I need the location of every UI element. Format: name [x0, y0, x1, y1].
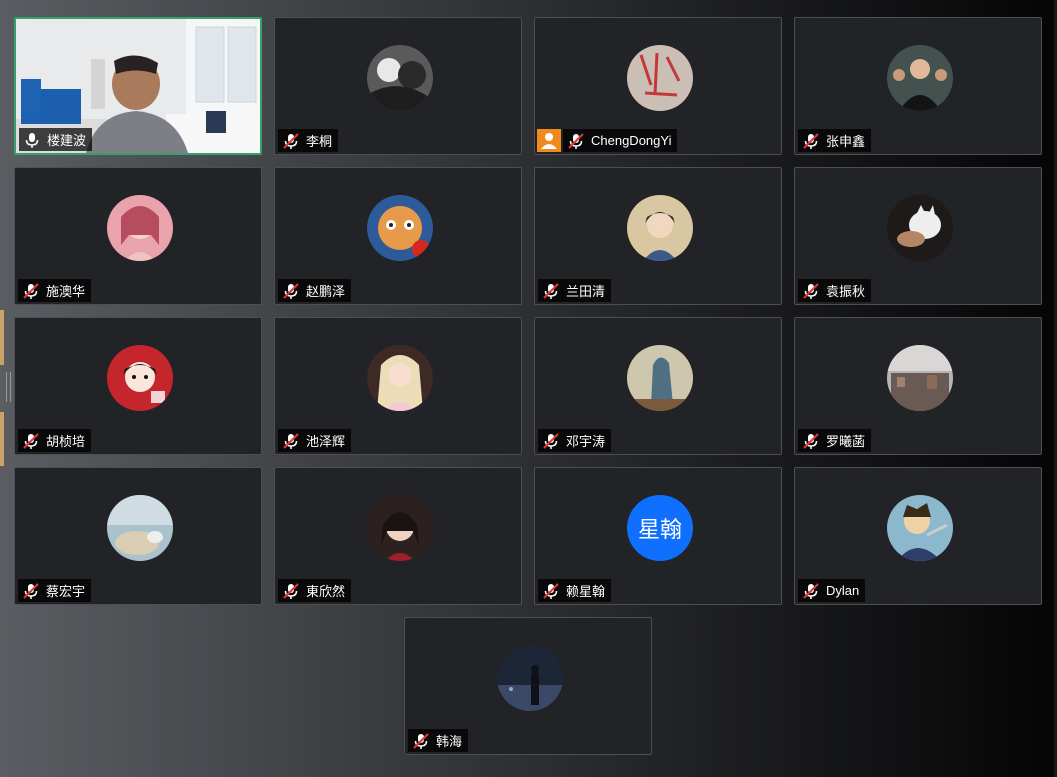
- microphone-muted-icon[interactable]: [802, 432, 820, 450]
- participant-nameplate: 袁振秋: [798, 279, 872, 302]
- participant-avatar: [627, 45, 693, 111]
- video-tile-蔡宏宇[interactable]: 蔡宏宇: [14, 467, 262, 605]
- left-edge-strip: [0, 412, 4, 466]
- video-tile-邓宇涛[interactable]: 邓宇涛: [534, 317, 782, 455]
- video-tile-赖星翰[interactable]: 星翰 赖星翰: [534, 467, 782, 605]
- participant-nameplate: ChengDongYi: [563, 129, 678, 152]
- video-tile-袁振秋[interactable]: 袁振秋: [794, 167, 1042, 305]
- participant-avatar: [107, 345, 173, 411]
- participant-name: 张申鑫: [826, 134, 866, 149]
- participant-avatar: [367, 345, 433, 411]
- participant-avatar: [887, 495, 953, 561]
- participant-avatar: [627, 345, 693, 411]
- participant-name: 東欣然: [306, 584, 346, 599]
- participant-name: 楼建波: [47, 133, 87, 148]
- video-tile-ChengDongYi[interactable]: ChengDongYi: [534, 17, 782, 155]
- video-tile-東欣然[interactable]: 東欣然: [274, 467, 522, 605]
- participant-avatar: [367, 195, 433, 261]
- video-tile-兰田清[interactable]: 兰田清: [534, 167, 782, 305]
- microphone-muted-icon[interactable]: [282, 582, 300, 600]
- participant-nameplate: Dylan: [798, 579, 866, 602]
- microphone-muted-icon[interactable]: [802, 582, 820, 600]
- microphone-muted-icon[interactable]: [22, 432, 40, 450]
- left-edge-strip: [0, 310, 4, 365]
- host-badge-icon: [537, 129, 561, 152]
- microphone-muted-icon[interactable]: [802, 132, 820, 150]
- participant-nameplate: 楼建波: [19, 128, 93, 151]
- participant-name: 兰田清: [566, 284, 606, 299]
- microphone-muted-icon[interactable]: [412, 732, 430, 750]
- microphone-muted-icon[interactable]: [542, 282, 560, 300]
- participant-avatar: [887, 45, 953, 111]
- participant-name: 赖星翰: [566, 584, 606, 599]
- participant-avatar: [107, 195, 173, 261]
- participant-nameplate: 韩海: [408, 729, 469, 752]
- participant-nameplate: 蔡宏宇: [18, 579, 92, 602]
- video-tile-施澳华[interactable]: 施澳华: [14, 167, 262, 305]
- microphone-muted-icon[interactable]: [542, 582, 560, 600]
- participant-name: 罗曦菡: [826, 434, 866, 449]
- participant-nameplate: 赵鹏泽: [278, 279, 352, 302]
- microphone-muted-icon[interactable]: [282, 132, 300, 150]
- video-tile-楼建波[interactable]: 楼建波: [14, 17, 262, 155]
- participant-nameplate: 赖星翰: [538, 579, 612, 602]
- participant-name: 韩海: [436, 734, 463, 749]
- participant-nameplate: 罗曦菡: [798, 429, 872, 452]
- microphone-muted-icon[interactable]: [542, 432, 560, 450]
- participant-nameplate: 张申鑫: [798, 129, 872, 152]
- participant-nameplate: 邓宇涛: [538, 429, 612, 452]
- participant-name: 李桐: [306, 134, 333, 149]
- participant-name: 袁振秋: [826, 284, 866, 299]
- resize-handle[interactable]: [6, 372, 11, 402]
- microphone-muted-icon[interactable]: [567, 132, 585, 150]
- microphone-muted-icon[interactable]: [22, 582, 40, 600]
- video-tile-韩海[interactable]: 韩海: [404, 617, 652, 755]
- participant-nameplate: 池泽辉: [278, 429, 352, 452]
- participant-avatar: [497, 645, 563, 711]
- participant-nameplate: 胡桢培: [18, 429, 92, 452]
- participant-avatar: [887, 195, 953, 261]
- microphone-icon[interactable]: [23, 131, 41, 149]
- participant-name: ChengDongYi: [591, 133, 672, 148]
- participant-avatar: [367, 495, 433, 561]
- microphone-muted-icon[interactable]: [802, 282, 820, 300]
- participant-nameplate: 施澳华: [18, 279, 92, 302]
- participant-nameplate: 兰田清: [538, 279, 612, 302]
- video-tile-罗曦菡[interactable]: 罗曦菡: [794, 317, 1042, 455]
- participant-nameplate: 東欣然: [278, 579, 352, 602]
- participant-name: 胡桢培: [46, 434, 86, 449]
- avatar-initials: 星翰: [637, 517, 682, 542]
- video-tile-赵鹏泽[interactable]: 赵鹏泽: [274, 167, 522, 305]
- microphone-muted-icon[interactable]: [282, 282, 300, 300]
- video-tile-李桐[interactable]: 李桐: [274, 17, 522, 155]
- participant-name: 邓宇涛: [566, 434, 606, 449]
- participant-name: 池泽辉: [306, 434, 346, 449]
- participant-name: 施澳华: [46, 284, 86, 299]
- video-tile-张申鑫[interactable]: 张申鑫: [794, 17, 1042, 155]
- participant-name: 蔡宏宇: [46, 584, 86, 599]
- participant-nameplate: 李桐: [278, 129, 339, 152]
- participant-name: Dylan: [826, 583, 860, 598]
- participant-avatar: [887, 345, 953, 411]
- participant-avatar: 星翰: [627, 495, 693, 561]
- microphone-muted-icon[interactable]: [282, 432, 300, 450]
- video-tile-Dylan[interactable]: Dylan: [794, 467, 1042, 605]
- participant-avatar: [107, 495, 173, 561]
- video-tile-池泽辉[interactable]: 池泽辉: [274, 317, 522, 455]
- participant-name: 赵鹏泽: [306, 284, 346, 299]
- video-tile-胡桢培[interactable]: 胡桢培: [14, 317, 262, 455]
- participant-avatar: [627, 195, 693, 261]
- participant-avatar: [367, 45, 433, 111]
- microphone-muted-icon[interactable]: [22, 282, 40, 300]
